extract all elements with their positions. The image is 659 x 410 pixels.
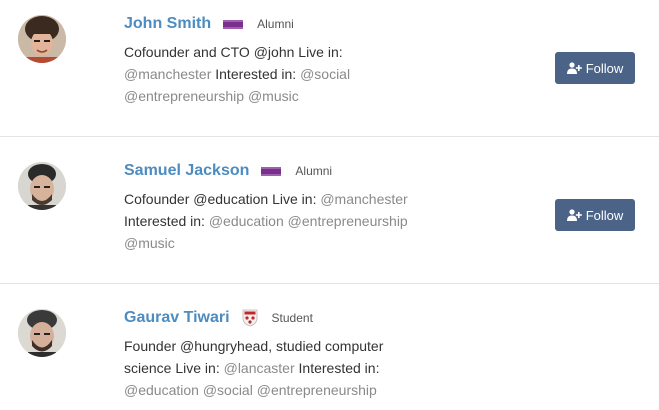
user-info: Gaurav Tiwari Student Founder @hungryhea… (124, 307, 434, 401)
user-bio: Founder @hungryhead, studied computer sc… (124, 335, 434, 401)
university-logo-icon (261, 166, 282, 176)
name-row: Samuel Jackson Alumni (124, 160, 434, 182)
name-row: John Smith Alumni (124, 13, 434, 35)
live-label: Live in: (272, 191, 317, 207)
user-name[interactable]: John Smith (124, 15, 211, 33)
follow-label: Follow (585, 60, 624, 76)
user-role: Alumni (257, 17, 294, 31)
interest-label: Interested in: (215, 66, 297, 82)
interest-tag[interactable]: @social (300, 66, 350, 82)
bio-text: Cofounder and CTO @john (124, 44, 295, 60)
university-crest-icon (242, 309, 257, 327)
name-row: Gaurav Tiwari Student (124, 307, 434, 329)
user-info: John Smith Alumni Cofounder and CTO @joh… (124, 13, 434, 107)
interest-label: Interested in: (124, 213, 205, 229)
user-role: Alumni (295, 164, 333, 178)
user-name[interactable]: Gaurav Tiwari (124, 309, 230, 327)
follow-button[interactable]: Follow (555, 52, 635, 84)
location-tag[interactable]: @manchester (124, 66, 211, 82)
interest-tag[interactable]: @music (248, 88, 299, 104)
interest-label: Interested in: (298, 360, 380, 376)
interest-tag[interactable]: @social (203, 382, 253, 398)
avatar[interactable] (18, 15, 66, 63)
user-card: John Smith Alumni Cofounder and CTO @joh… (0, 0, 659, 137)
avatar[interactable] (18, 309, 66, 357)
user-list: John Smith Alumni Cofounder and CTO @joh… (0, 0, 659, 410)
university-logo-icon (223, 19, 244, 29)
live-label: Live in: (175, 360, 220, 376)
user-role: Student (271, 311, 313, 325)
interest-tag[interactable]: @education (209, 213, 284, 229)
interest-tag[interactable]: @music (124, 235, 175, 251)
interest-tag[interactable]: @entrepreneurship (124, 88, 244, 104)
add-user-icon (566, 209, 582, 221)
user-card: Samuel Jackson Alumni Cofounder @educati… (0, 137, 659, 284)
user-bio: Cofounder and CTO @john Live in: @manches… (124, 41, 434, 107)
user-name[interactable]: Samuel Jackson (124, 162, 249, 180)
location-tag[interactable]: @lancaster (224, 360, 295, 376)
interest-tag[interactable]: @entrepreneurship (288, 213, 408, 229)
add-user-icon (566, 62, 582, 74)
live-label: Live in: (298, 44, 343, 60)
user-info: Samuel Jackson Alumni Cofounder @educati… (124, 160, 434, 254)
location-tag[interactable]: @manchester (320, 191, 407, 207)
user-bio: Cofounder @education Live in: @mancheste… (124, 188, 434, 254)
bio-text: Cofounder @education (124, 191, 269, 207)
follow-button[interactable]: Follow (555, 199, 635, 231)
interest-tag[interactable]: @education (124, 382, 199, 398)
user-card: Gaurav Tiwari Student Founder @hungryhea… (0, 284, 659, 410)
avatar[interactable] (18, 162, 66, 210)
follow-label: Follow (585, 207, 624, 223)
interest-tag[interactable]: @entrepreneurship (257, 382, 377, 398)
